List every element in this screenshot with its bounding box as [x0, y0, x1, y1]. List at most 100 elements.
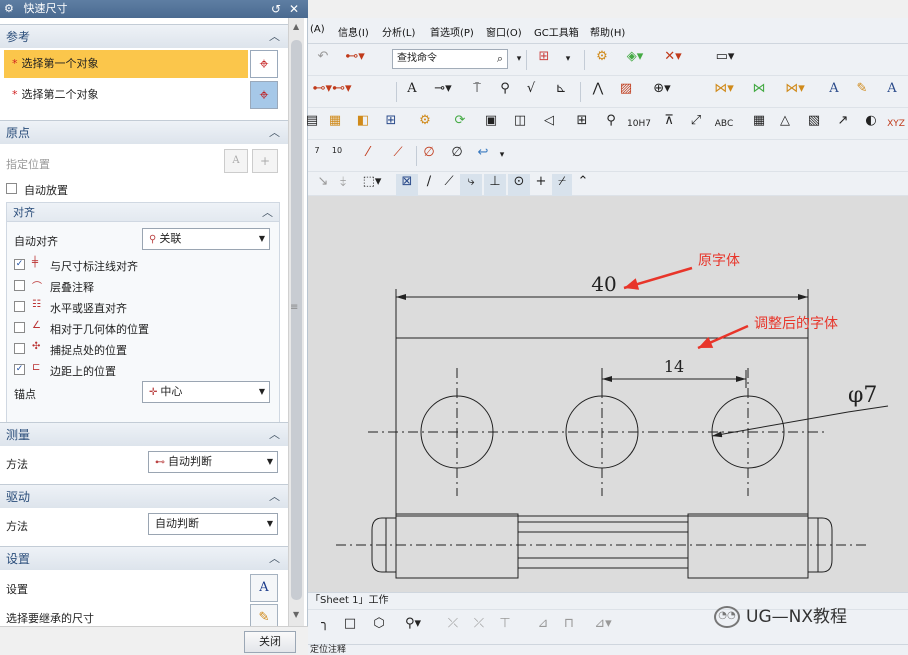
box-select-icon[interactable]: ⬚▾: [360, 174, 384, 196]
close-button[interactable]: 关闭: [244, 631, 296, 653]
dimension-tool-icon[interactable]: ⊷▾: [342, 49, 368, 71]
chevron-down-icon[interactable]: ▾: [558, 54, 578, 76]
curve-snap-icon[interactable]: ⤷: [460, 174, 482, 196]
group-reference[interactable]: 参考 ︿: [0, 24, 288, 48]
image-icon[interactable]: ▧: [802, 113, 826, 135]
selection-icon[interactable]: ✕▾: [658, 49, 688, 71]
checkbox[interactable]: [14, 301, 25, 312]
crosshair-select-button-2[interactable]: ⌖: [250, 81, 278, 109]
annotation-position-icon[interactable]: A: [224, 149, 248, 173]
drawing-canvas[interactable]: 40 14 φ7 原字体 调整后的字体: [308, 196, 908, 592]
extend-icon[interactable]: ⤫: [468, 616, 490, 638]
back-icon[interactable]: ◁: [538, 113, 560, 135]
inherit-dimension-button[interactable]: ✎: [250, 604, 278, 626]
offset-icon[interactable]: ⊿▾: [586, 616, 620, 638]
dimension-text-14[interactable]: 14: [664, 357, 684, 376]
scroll-down-icon[interactable]: ▼: [293, 610, 299, 619]
rapid-dimension-icon[interactable]: ⊷▾⊷▾: [312, 81, 352, 103]
ordinate-icon[interactable]: ⊞: [570, 113, 594, 135]
check-symbol-icon[interactable]: √: [520, 81, 542, 103]
menu-item-window[interactable]: 窗口(O): [486, 24, 522, 39]
subgroup-align[interactable]: 对齐 ︿: [6, 202, 280, 222]
drive-method-dropdown[interactable]: 自动判断 ▼: [148, 513, 278, 535]
symbol-icon[interactable]: ▦: [748, 113, 770, 135]
angle-snap-icon[interactable]: ⌃: [574, 174, 592, 196]
rectangle-icon[interactable]: □: [340, 616, 360, 638]
centerline-icon[interactable]: ⋀: [586, 81, 610, 103]
menu-item-preferences[interactable]: 首选项(P): [430, 24, 474, 39]
resize-grip-icon[interactable]: ≡: [290, 302, 298, 313]
undo-icon[interactable]: ↶: [314, 49, 332, 71]
reset-icon[interactable]: ↺: [268, 0, 284, 18]
triangle-icon[interactable]: △: [774, 113, 796, 135]
fit-symbol-icon[interactable]: 10H7: [626, 119, 652, 141]
return-icon[interactable]: ↩: [472, 145, 494, 167]
abc-icon[interactable]: ABC: [710, 119, 738, 141]
tabular-note-icon[interactable]: ◧: [352, 113, 374, 135]
checkbox[interactable]: [14, 280, 25, 291]
frame-icon[interactable]: ▣: [480, 113, 502, 135]
command-search-input[interactable]: 查找命令 ⌕: [392, 49, 508, 69]
hinge-right[interactable]: [687, 513, 809, 579]
edit-text-icon[interactable]: A: [880, 81, 904, 103]
text-settings-button[interactable]: A: [250, 574, 278, 602]
menu-item-info[interactable]: 信息(I): [338, 24, 369, 39]
chevron-down-icon[interactable]: ▾: [514, 54, 524, 76]
ruler-icon[interactable]: ▭▾: [700, 49, 750, 71]
group-origin[interactable]: 原点 ︿: [0, 120, 288, 144]
checkbox[interactable]: ✓: [14, 259, 25, 270]
auto-align-dropdown[interactable]: ⚲ 关联 ▼: [142, 228, 270, 250]
menu-item-a[interactable]: (A): [310, 24, 325, 35]
select-second-object[interactable]: * 选择第二个对象: [4, 81, 248, 109]
hatch-icon[interactable]: ▨: [614, 81, 638, 103]
auto-balloon-icon[interactable]: ⚙: [412, 113, 438, 135]
point-icon[interactable]: ↘: [314, 174, 332, 196]
measure-method-dropdown[interactable]: ⊷ 自动判断 ▼: [148, 451, 278, 473]
parts-list-icon[interactable]: ▦: [324, 113, 346, 135]
snap-icon[interactable]: ⚙: [590, 49, 614, 71]
surface-finish-icon[interactable]: ⚲: [494, 81, 516, 103]
radius-icon[interactable]: ⟋: [386, 145, 410, 167]
close-icon[interactable]: ✕: [286, 0, 302, 18]
datum-icon[interactable]: ⍑: [466, 81, 488, 103]
group-drive[interactable]: 驱动 ︿: [0, 484, 288, 508]
split-icon[interactable]: ⤢: [684, 113, 708, 135]
anchor-dropdown[interactable]: ✛ 中心 ▼: [142, 381, 270, 403]
plus-snap-icon[interactable]: +: [532, 174, 550, 196]
tangent-snap-icon[interactable]: ⌿: [552, 174, 572, 196]
fillet-icon[interactable]: ⊿: [532, 616, 554, 638]
edit-dimension-icon[interactable]: ⁄: [356, 145, 380, 167]
center-mark-icon[interactable]: ⊕▾: [644, 81, 680, 103]
arrow-icon[interactable]: ↗: [832, 113, 854, 135]
scroll-up-icon[interactable]: ▲: [293, 22, 299, 31]
note-icon[interactable]: A: [400, 81, 424, 103]
checkbox[interactable]: ✓: [14, 364, 25, 375]
trim-icon[interactable]: ⤫: [442, 616, 464, 638]
polygon-icon[interactable]: ⬡: [368, 616, 390, 638]
inherit-style-icon[interactable]: ✎: [850, 81, 874, 103]
diameter-alt-icon[interactable]: ∅: [446, 145, 468, 167]
split-curve-icon[interactable]: ⊤: [494, 616, 516, 638]
menu-item-analysis[interactable]: 分析(L): [382, 24, 415, 39]
checkbox[interactable]: [14, 343, 25, 354]
scroll-thumb[interactable]: [291, 40, 302, 600]
leader-icon[interactable]: ⊸▾: [428, 81, 458, 103]
checkbox[interactable]: [14, 322, 25, 333]
chevron-down-icon[interactable]: ▾: [496, 150, 508, 172]
menu-item-help[interactable]: 帮助(H): [590, 24, 625, 39]
section-view-icon[interactable]: ⋈▾: [778, 81, 812, 103]
crosshair-select-button-1[interactable]: ⌖: [250, 50, 278, 78]
window-icon[interactable]: ◫: [508, 113, 532, 135]
diameter-icon[interactable]: ∅: [418, 145, 440, 167]
checkbox[interactable]: [6, 183, 17, 194]
group-measurement[interactable]: 测量 ︿: [0, 422, 288, 446]
update-icon[interactable]: ⟳: [448, 113, 472, 135]
dimension-text-40[interactable]: 40: [591, 272, 616, 296]
dialog-scrollbar[interactable]: ▲ ▼: [288, 18, 304, 626]
text-format-icon[interactable]: A: [822, 81, 846, 103]
grid-icon[interactable]: ⊞: [532, 49, 556, 71]
line-snap-icon[interactable]: ∕: [420, 174, 438, 196]
weld-symbol-icon[interactable]: ⊾: [548, 81, 574, 103]
tolerance-icon[interactable]: 7: [310, 146, 324, 168]
endpoint-icon[interactable]: ⤈: [334, 174, 352, 196]
